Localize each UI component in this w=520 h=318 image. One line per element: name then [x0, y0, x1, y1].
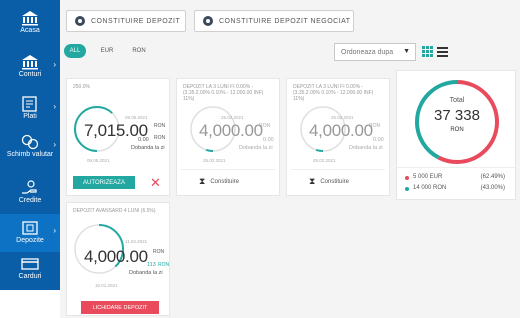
- interest-label: Dobanda la zi: [131, 145, 165, 151]
- sidebar-item-label: Credite: [18, 197, 42, 204]
- deposit-date-bottom: 25.02.2021: [203, 158, 226, 163]
- constituire-label: Constituire: [210, 178, 240, 185]
- sidebar-item-label: Plati: [23, 113, 37, 120]
- sidebar-item-label: Carduri: [18, 273, 42, 280]
- interest-value: 0.00: [373, 137, 384, 143]
- card-icon: [21, 258, 39, 270]
- loan-hand-icon: [22, 180, 37, 194]
- constituire-button[interactable]: ⧗ Constituire: [309, 176, 349, 187]
- legend-dot: [405, 176, 409, 180]
- filter-all[interactable]: ALL: [64, 44, 86, 58]
- plus-circle-icon: [75, 16, 85, 26]
- sidebar-item-acasa[interactable]: Acasa: [0, 10, 60, 42]
- list-view-icon[interactable]: [437, 46, 448, 57]
- deposit-icon: [22, 221, 38, 235]
- interest-label: Dobanda la zi: [239, 145, 273, 151]
- authorize-button[interactable]: AUTORIZEAZA: [73, 176, 135, 189]
- payments-icon: [22, 96, 37, 112]
- chevron-right-icon: ›: [53, 226, 56, 235]
- divider: [397, 167, 515, 168]
- deposit-date-bottom: 10.01.2021: [95, 283, 118, 288]
- liquidate-deposit-button[interactable]: LICHIDARE DEPOZIT: [81, 301, 159, 314]
- total-label: Total: [449, 97, 465, 104]
- filter-ron[interactable]: RON: [128, 44, 150, 58]
- plus-circle-icon: [203, 16, 213, 26]
- deposit-date-top: 25.02.2021: [221, 115, 244, 120]
- deposit-amount: 4,000.00: [309, 121, 373, 140]
- interest-value: 0.00: [138, 137, 149, 143]
- deposit-currency: RON: [153, 249, 165, 255]
- legend-text: 14 000 RON: [413, 185, 447, 191]
- interest-value: 113: [147, 262, 156, 268]
- deposit-currency: RON: [154, 123, 166, 129]
- create-negotiated-deposit-button[interactable]: CONSTITUIRE DEPOZIT NEGOCIAT: [194, 10, 354, 32]
- total-value: 37 338: [434, 107, 480, 124]
- sidebar-item-credite[interactable]: Credite: [0, 180, 60, 212]
- bank-icon: [22, 11, 38, 26]
- sidebar-item-plati[interactable]: Plati ›: [0, 96, 60, 128]
- create-negotiated-deposit-label: CONSTITUIRE DEPOZIT NEGOCIAT: [219, 17, 351, 25]
- deposit-date-top: 11.04.2021: [125, 239, 148, 244]
- deposit-amount: 4,000.00: [199, 121, 263, 140]
- deposit-title: DEPOZIT LA 3 LUNI FI 0.00% - (3.35.2.00%…: [293, 84, 374, 102]
- deposit-title: DEPOZIT AVANSARD 4 LUNI (6.5%): [73, 208, 156, 214]
- deposit-title: 250.0%: [73, 84, 90, 90]
- divider: [181, 169, 275, 170]
- deposit-currency: RON: [259, 123, 271, 129]
- deposit-title: DEPOZIT LA 3 LUNI FI 0.00% - (3.35.2.00%…: [183, 84, 264, 102]
- deposit-date-bottom: 09.05.2021: [87, 158, 110, 163]
- deposit-card: DEPOZIT AVANSARD 4 LUNI (6.5%) 11.04.202…: [66, 202, 170, 316]
- legend-pct: (62.49%): [480, 174, 505, 180]
- caret-down-icon: ▼: [403, 48, 410, 55]
- interest-label: Dobanda la zi: [129, 270, 163, 276]
- main-content: CONSTITUIRE DEPOZIT CONSTITUIRE DEPOZIT …: [60, 0, 520, 318]
- legend-text: 5 000 EUR: [413, 174, 443, 180]
- sidebar-item-schimb-valutar[interactable]: Schimb valutar ›: [0, 134, 60, 174]
- bank-icon: [22, 55, 38, 70]
- currency-exchange-icon: [21, 134, 39, 150]
- chevron-right-icon: ›: [53, 60, 56, 69]
- total-currency: RON: [450, 127, 464, 133]
- sort-select-value: Ordoneaza dupa: [341, 48, 394, 56]
- hourglass-icon: ⧗: [309, 176, 316, 186]
- sidebar-item-label: Conturi: [18, 71, 42, 78]
- hourglass-icon: ⧗: [199, 176, 206, 186]
- filter-eur[interactable]: EUR: [96, 44, 118, 58]
- deposit-date-top: 09.05.2021: [125, 115, 148, 120]
- deposit-card: 250.0% 09.05.2021 7,015.00 RON 0.00 RON …: [66, 78, 170, 196]
- legend-pct: (43.00%): [480, 185, 505, 191]
- sidebar-item-label: Schimb valutar: [6, 151, 54, 158]
- summary-card: Total 37 338 RON 5 000 EUR (62.49%) 14 0…: [396, 70, 516, 200]
- sidebar-item-carduri[interactable]: Carduri: [0, 256, 60, 288]
- deposit-currency: RON: [369, 123, 381, 129]
- constituire-button[interactable]: ⧗ Constituire: [199, 176, 239, 187]
- legend-dot: [405, 187, 409, 191]
- close-icon[interactable]: ✕: [150, 176, 161, 189]
- create-deposit-button[interactable]: CONSTITUIRE DEPOZIT: [66, 10, 186, 32]
- interest-currency: RON: [158, 262, 170, 268]
- grid-view-icon[interactable]: [422, 46, 433, 57]
- deposit-amount: 4,000.00: [84, 247, 148, 266]
- interest-value: 0.00: [263, 137, 274, 143]
- constituire-label: Constituire: [320, 178, 350, 185]
- sidebar: Acasa Conturi › Plati › Schimb valutar ›…: [0, 0, 60, 290]
- sidebar-item-label: Depozite: [16, 237, 44, 244]
- divider: [291, 169, 385, 170]
- interest-currency: RON: [154, 135, 166, 141]
- chevron-right-icon: ›: [53, 140, 56, 149]
- sort-select[interactable]: Ordoneaza dupa ▼: [334, 43, 416, 61]
- deposit-card: DEPOZIT LA 3 LUNI FI 0.00% - (3.35.2.00%…: [176, 78, 280, 196]
- deposit-date-bottom: 25.02.2021: [313, 158, 336, 163]
- create-deposit-label: CONSTITUIRE DEPOZIT: [91, 17, 181, 25]
- deposit-card: DEPOZIT LA 3 LUNI FI 0.00% - (3.35.2.00%…: [286, 78, 390, 196]
- deposit-date-top: 25.02.2021: [331, 115, 354, 120]
- sidebar-item-label: Acasa: [20, 27, 40, 34]
- sidebar-item-depozite[interactable]: Depozite ›: [0, 214, 60, 252]
- chevron-right-icon: ›: [53, 102, 56, 111]
- interest-label: Dobanda la zi: [349, 145, 383, 151]
- sidebar-item-conturi[interactable]: Conturi ›: [0, 54, 60, 86]
